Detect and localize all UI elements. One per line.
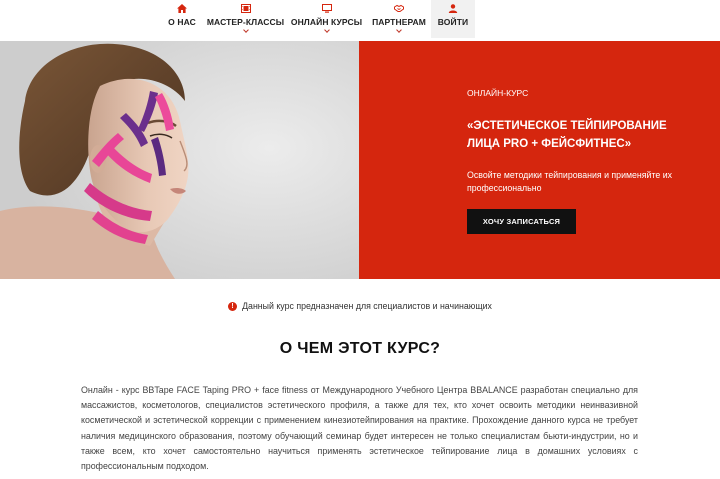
hero-info-panel: ОНЛАЙН-КУРС «ЭСТЕТИЧЕСКОЕ ТЕЙПИРОВАНИЕ Л… (359, 41, 720, 279)
nav-label-partners: ПАРТНЕРАМ (372, 17, 426, 27)
course-about-text: Онлайн - курс BBTape FACE Taping PRO + f… (81, 385, 638, 472)
nav-item-about[interactable]: О НАС (168, 0, 196, 36)
audience-notice-text: Данный курс предназначен для специалисто… (242, 301, 492, 311)
chevron-down-icon (323, 27, 330, 33)
hero-photo (0, 41, 359, 279)
nav-label-online-courses: ОНЛАЙН КУРСЫ (290, 17, 363, 27)
film-icon (240, 4, 251, 13)
home-icon (177, 4, 187, 13)
hero-banner: ОНЛАЙН-КУРС «ЭСТЕТИЧЕСКОЕ ТЕЙПИРОВАНИЕ Л… (0, 41, 720, 279)
course-type-label: ОНЛАЙН-КУРС (467, 88, 529, 98)
nav-item-login[interactable]: ВОЙТИ (431, 0, 475, 38)
nav-label-masterclasses: МАСТЕР-КЛАССЫ (206, 17, 285, 27)
chevron-down-icon (396, 27, 402, 33)
section-title: О ЧЕМ ЭТОТ КУРС? (279, 340, 441, 357)
user-icon (448, 4, 458, 13)
monitor-icon (321, 4, 332, 13)
nav-label-login: ВОЙТИ (437, 17, 469, 27)
top-navigation: О НАС МАСТЕР-КЛАССЫ ОНЛАЙН КУРСЫ ПАРТНЕР… (0, 0, 720, 41)
info-icon: ! (228, 301, 238, 311)
nav-label-about: О НАС (168, 17, 196, 27)
course-title: «ЭСТЕТИЧЕСКОЕ ТЕЙПИРОВАНИЕ ЛИЦА PRO + ФЕ… (467, 120, 667, 150)
course-description: Освойте методики тейпирования и применяй… (467, 170, 673, 193)
nav-item-partners[interactable]: ПАРТНЕРАМ (372, 0, 426, 36)
enroll-button[interactable]: ХОЧУ ЗАПИСАТЬСЯ (467, 209, 576, 234)
nav-item-online-courses[interactable]: ОНЛАЙН КУРСЫ (291, 0, 362, 36)
chevron-down-icon (242, 27, 249, 33)
handshake-icon (394, 4, 404, 12)
audience-notice: ! Данный курс предназначен для специалис… (0, 301, 720, 311)
nav-item-masterclasses[interactable]: МАСТЕР-КЛАССЫ (207, 0, 284, 36)
woman-face-tape-image (0, 41, 359, 279)
